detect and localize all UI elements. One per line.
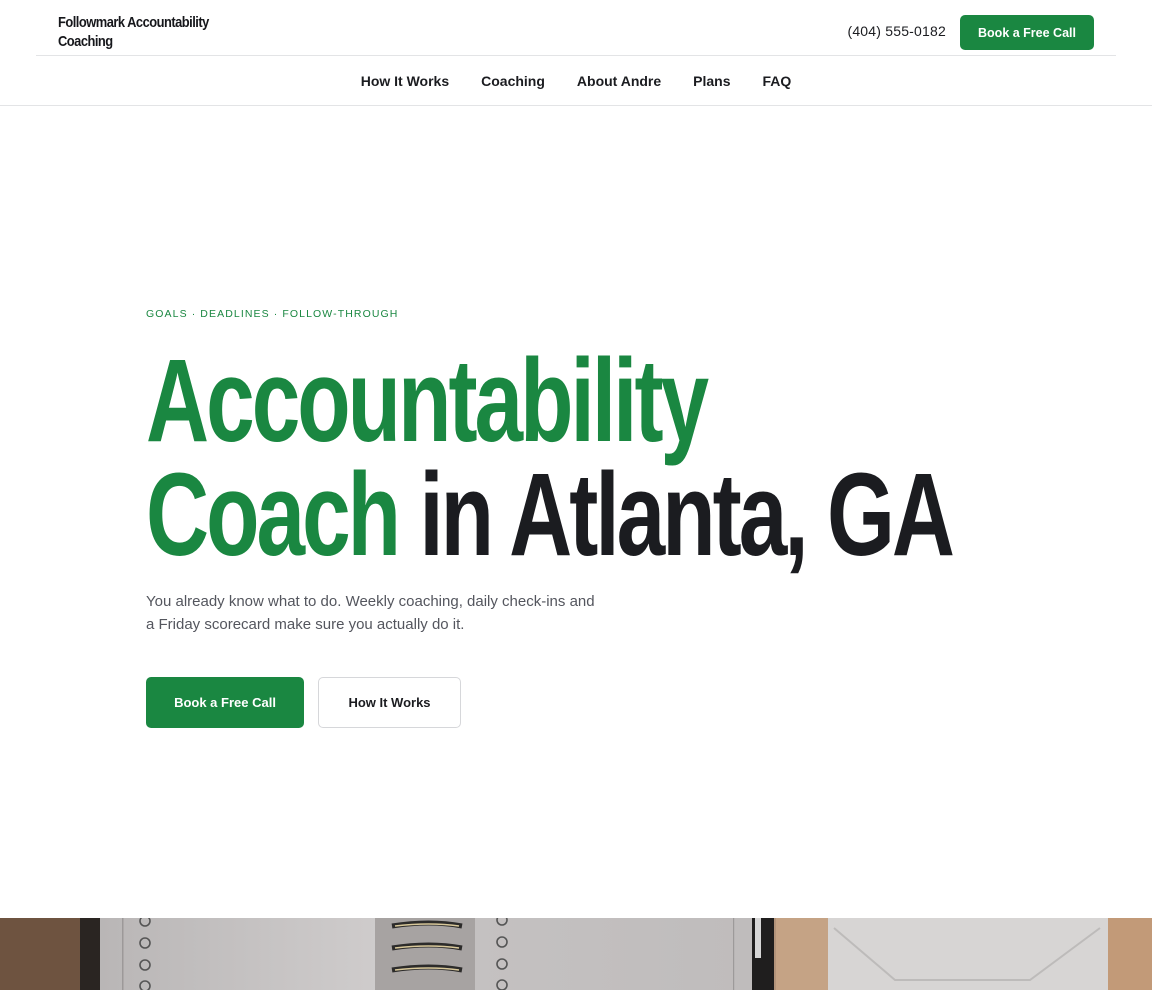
header-book-call-button[interactable]: Book a Free Call: [960, 15, 1094, 50]
hero-title-accent-2: Coach: [146, 449, 401, 581]
hero-book-call-button[interactable]: Book a Free Call: [146, 677, 304, 728]
nav-item-faq[interactable]: FAQ: [763, 73, 792, 89]
top-bar: Followmark Accountability Coaching (404)…: [36, 0, 1116, 56]
hero-subtitle: You already know what to do. Weekly coac…: [146, 593, 595, 633]
nav-item-coaching[interactable]: Coaching: [481, 73, 545, 89]
site-logo[interactable]: Followmark Accountability Coaching: [58, 13, 230, 51]
main-nav: How It Works Coaching About Andre Plans …: [0, 56, 1152, 105]
hero-photo-notebook: [0, 918, 1152, 990]
hero-title-location: in Atlanta, GA: [419, 449, 955, 581]
site-header: Followmark Accountability Coaching (404)…: [0, 0, 1152, 106]
nav-item-about-andre[interactable]: About Andre: [577, 73, 661, 89]
hero-title: Accountability Coach in Atlanta, GA: [146, 342, 1034, 574]
notebook-photo-illustration: [0, 918, 1152, 990]
nav-item-plans[interactable]: Plans: [693, 73, 730, 89]
logo-line-1: Followmark Accountability: [58, 14, 209, 31]
hero-title-accent-1: Accountability: [146, 335, 709, 467]
hero-eyebrow: GOALS · DEADLINES · FOLLOW-THROUGH: [146, 308, 399, 320]
phone-number[interactable]: (404) 555-0182: [847, 23, 946, 39]
nav-item-how-it-works[interactable]: How It Works: [361, 73, 449, 89]
logo-line-2: Coaching: [58, 33, 113, 50]
hero-how-it-works-button[interactable]: How It Works: [318, 677, 461, 728]
